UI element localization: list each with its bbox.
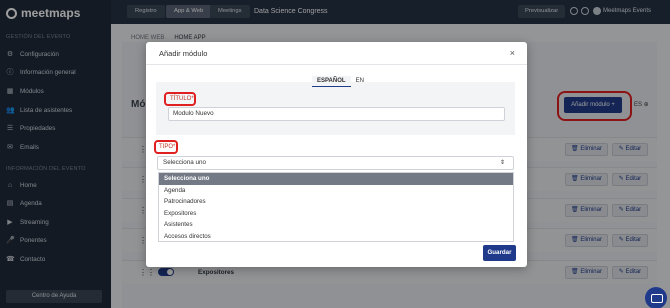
save-button[interactable]: Guardar [483, 245, 516, 261]
tab-en[interactable]: EN [351, 76, 369, 87]
chevron-updown-icon: ⇕ [499, 160, 505, 166]
option-patrocinadores[interactable]: Patrocinadores [159, 196, 513, 208]
add-module-modal: Añadir módulo × ESPAÑOL EN TÍTULO* Modul… [146, 42, 527, 267]
type-select[interactable]: Selecciona uno ⇕ [157, 156, 514, 170]
chat-icon[interactable] [645, 287, 667, 308]
divider [146, 64, 527, 65]
option-asistentes[interactable]: Asistentes [159, 219, 513, 231]
option-expositores[interactable]: Expositores [159, 208, 513, 220]
highlight-annotation [154, 140, 178, 154]
title-input[interactable]: Modulo Nuevo [168, 107, 505, 121]
option-selecciona-uno[interactable]: Selecciona uno [159, 173, 513, 185]
close-icon[interactable]: × [510, 48, 515, 58]
option-accesos-directos[interactable]: Accesos directos [159, 231, 513, 243]
language-tabs: ESPAÑOL EN [312, 76, 369, 87]
tab-espanol[interactable]: ESPAÑOL [312, 76, 351, 87]
option-agenda[interactable]: Agenda [159, 185, 513, 197]
modal-title: Añadir módulo [159, 49, 208, 58]
highlight-annotation [164, 92, 196, 106]
type-options-list: Selecciona uno Agenda Patrocinadores Exp… [158, 172, 514, 242]
type-select-value: Selecciona uno [163, 159, 207, 166]
